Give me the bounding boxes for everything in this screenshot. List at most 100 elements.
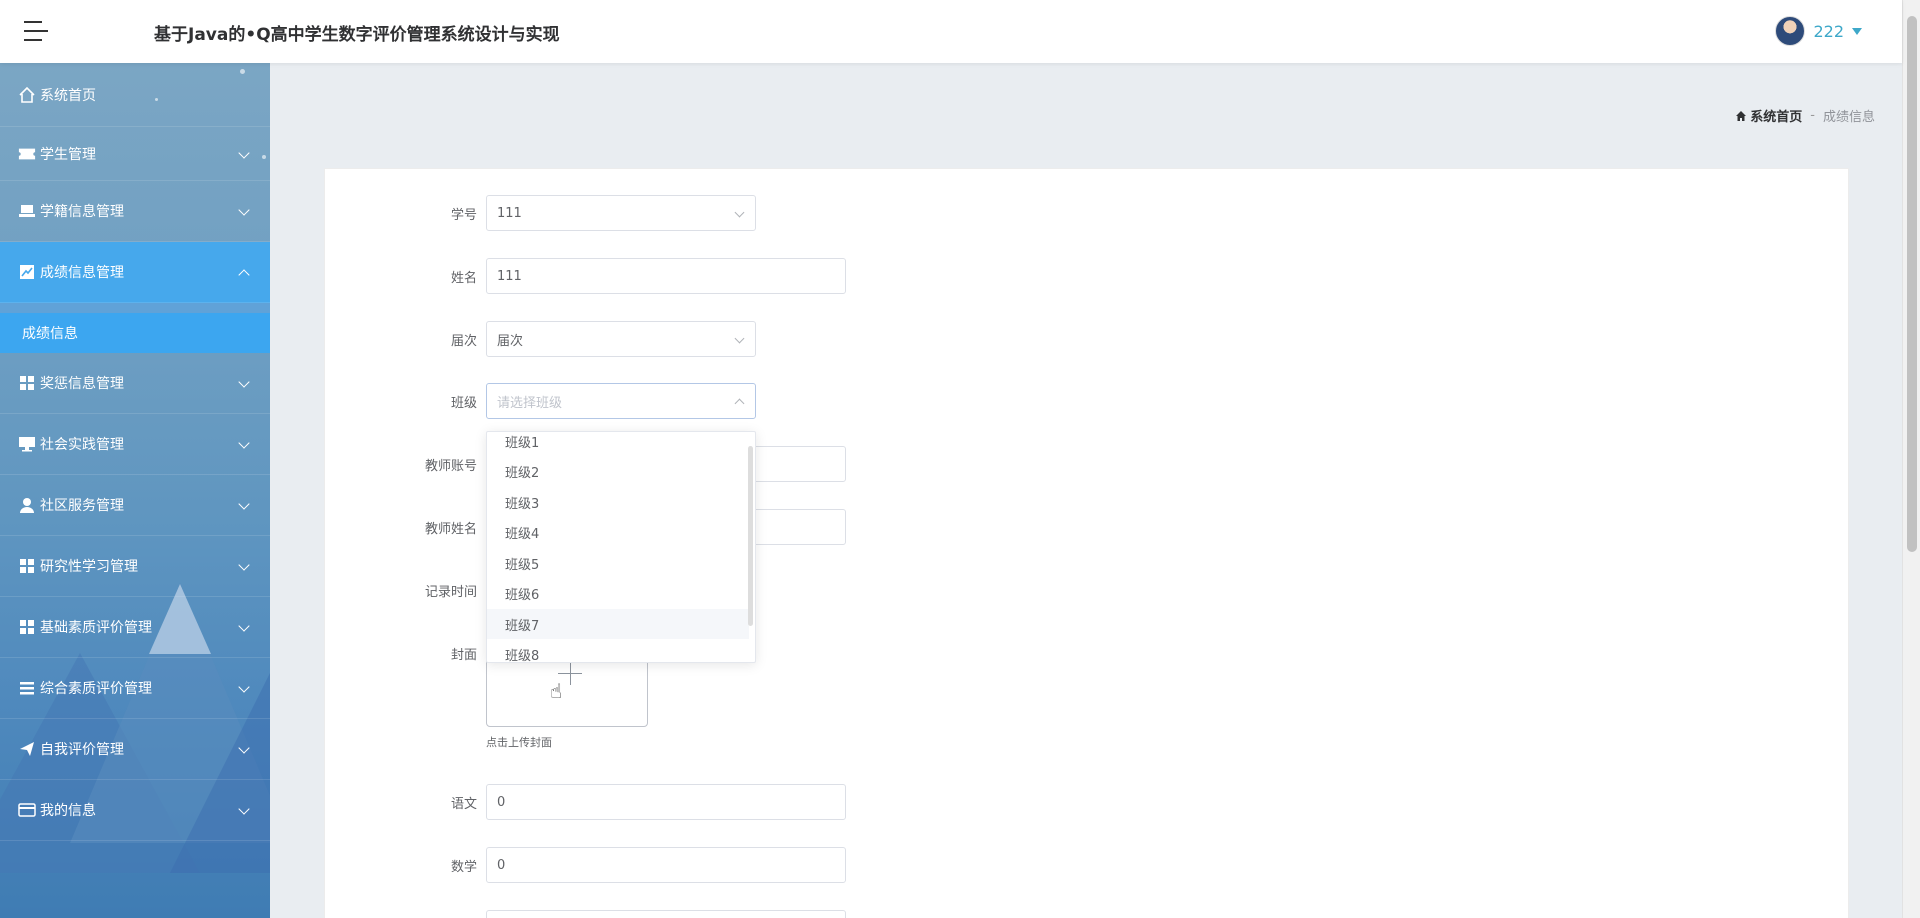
dropdown-option[interactable]: 班级4 — [487, 517, 749, 547]
laptop-icon — [18, 202, 36, 220]
send-icon — [18, 740, 36, 758]
sidebar-item-label: 学生管理 — [40, 146, 96, 163]
sidebar-item-rewards[interactable]: 奖惩信息管理 — [0, 353, 270, 414]
grid-icon — [18, 557, 36, 575]
chevron-down-icon — [238, 376, 250, 388]
sidebar-item-comprehensive-quality[interactable]: 综合素质评价管理 — [0, 658, 270, 719]
avatar[interactable] — [1775, 16, 1806, 46]
sidebar-item-label: 我的信息 — [40, 803, 96, 819]
plus-icon — [570, 661, 571, 685]
cover-upload-button[interactable] — [486, 657, 648, 727]
student-id-value: 111 — [497, 205, 522, 221]
sidebar-item-label: 系统首页 — [40, 87, 96, 104]
home-icon — [1736, 110, 1747, 121]
breadcrumb-home-label[interactable]: 系统首页 — [1750, 106, 1802, 125]
chinese-value: 0 — [497, 794, 506, 810]
sidebar-menu: 系统首页 学生管理 学籍信息管理 成绩信息管理 成绩信息 奖惩信息管理 社会实践… — [0, 63, 270, 841]
next-input[interactable] — [486, 910, 846, 918]
sidebar-item-student[interactable]: 学生管理 — [0, 127, 270, 181]
dropdown-option[interactable]: 班级8 — [487, 639, 749, 663]
chevron-up-icon — [238, 269, 250, 281]
chart-icon — [18, 263, 36, 281]
dropdown-option[interactable]: 班级3 — [487, 487, 749, 517]
grade-select[interactable]: 届次 — [486, 321, 756, 357]
sidebar-item-home[interactable]: 系统首页 — [0, 63, 270, 127]
breadcrumb-home[interactable]: 系统首页 — [1735, 106, 1802, 125]
chevron-down-icon — [238, 559, 250, 571]
dropdown-option-hovered[interactable]: 班级7 — [487, 609, 749, 639]
user-menu[interactable]: 222 — [1775, 16, 1862, 46]
chevron-down-icon — [734, 207, 745, 218]
sidebar-item-label: 基础素质评价管理 — [40, 620, 152, 636]
class-select[interactable]: 请选择班级 — [486, 383, 756, 419]
sidebar-item-research-learning[interactable]: 研究性学习管理 — [0, 536, 270, 597]
chevron-down-icon — [734, 333, 745, 344]
card-icon — [18, 801, 36, 819]
chevron-down-icon — [238, 620, 250, 632]
teacher-name-label: 教师姓名 — [424, 522, 477, 537]
page-scrollbar-thumb[interactable] — [1907, 16, 1917, 552]
sidebar-item-label: 社会实践管理 — [40, 437, 124, 453]
chevron-down-icon — [238, 681, 250, 693]
page-scrollbar[interactable] — [1902, 0, 1920, 918]
sidebar-item-social-practice[interactable]: 社会实践管理 — [0, 414, 270, 475]
dropdown-option[interactable]: 班级5 — [487, 548, 749, 578]
home-icon — [18, 86, 36, 104]
sidebar-item-label: 社区服务管理 — [40, 498, 124, 514]
chevron-down-icon — [238, 146, 250, 159]
breadcrumb-separator: - — [1810, 108, 1815, 123]
sidebar: 系统首页 学生管理 学籍信息管理 成绩信息管理 成绩信息 奖惩信息管理 社会实践… — [0, 63, 270, 918]
chinese-input[interactable]: 0 — [486, 784, 846, 820]
grade-value: 届次 — [497, 333, 524, 349]
class-dropdown: 班级1 班级2 班级3 班级4 班级5 班级6 班级7 班级8 — [486, 431, 756, 663]
sidebar-item-my-info[interactable]: 我的信息 — [0, 780, 270, 841]
teacher-account-label: 教师账号 — [424, 459, 477, 474]
sidebar-item-label: 自我评价管理 — [40, 742, 124, 758]
grade-label: 届次 — [450, 334, 477, 349]
math-value: 0 — [497, 857, 506, 873]
menu-toggle-icon[interactable] — [24, 19, 52, 43]
breadcrumb-current: 成绩信息 — [1822, 110, 1875, 125]
chevron-down-icon — [238, 437, 250, 449]
app-title: 基于Java的•Q高中学生数字评价管理系统设计与实现 — [154, 25, 560, 45]
dropdown-option[interactable]: 班级1 — [487, 432, 749, 456]
hand-cursor-icon: ☝ — [550, 679, 563, 703]
chevron-down-icon — [238, 498, 250, 510]
sidebar-item-label: 成绩信息管理 — [40, 265, 124, 281]
monitor-icon — [18, 435, 36, 453]
dropdown-option[interactable]: 班级6 — [487, 578, 749, 608]
math-input[interactable]: 0 — [486, 847, 846, 883]
student-id-select[interactable]: 111 — [486, 195, 756, 231]
name-input[interactable]: 111 — [486, 258, 846, 294]
student-id-label: 学号 — [450, 208, 477, 223]
sidebar-item-enrollment[interactable]: 学籍信息管理 — [0, 181, 270, 242]
caret-down-icon[interactable] — [1852, 27, 1862, 35]
sidebar-subitem-scores-info[interactable]: 成绩信息 — [0, 303, 270, 353]
dropdown-option[interactable]: 班级2 — [487, 456, 749, 486]
chevron-down-icon — [238, 204, 250, 216]
chevron-down-icon — [238, 803, 250, 815]
top-header: 基于Java的•Q高中学生数字评价管理系统设计与实现 222 — [0, 0, 1902, 63]
sidebar-item-basic-quality[interactable]: 基础素质评价管理 — [0, 597, 270, 658]
list-icon — [18, 679, 36, 697]
math-label: 数学 — [450, 860, 477, 875]
sidebar-item-label: 学籍信息管理 — [40, 204, 124, 220]
chevron-down-icon — [238, 742, 250, 754]
username[interactable]: 222 — [1813, 22, 1844, 41]
sidebar-item-label: 综合素质评价管理 — [40, 681, 152, 697]
sidebar-item-community-service[interactable]: 社区服务管理 — [0, 475, 270, 536]
record-time-label: 记录时间 — [424, 585, 477, 600]
sidebar-item-self-evaluation[interactable]: 自我评价管理 — [0, 719, 270, 780]
breadcrumb: 系统首页 - 成绩信息 — [1735, 106, 1875, 125]
cover-label: 封面 — [450, 648, 477, 663]
ticket-icon — [18, 145, 36, 163]
sidebar-item-label: 奖惩信息管理 — [40, 376, 124, 392]
user-icon — [18, 496, 36, 514]
sidebar-item-label: 研究性学习管理 — [40, 559, 138, 575]
class-label: 班级 — [450, 396, 477, 411]
cover-upload-tip: 点击上传封面 — [486, 736, 552, 749]
chevron-up-icon — [734, 398, 745, 409]
sidebar-item-scores[interactable]: 成绩信息管理 — [0, 242, 270, 303]
name-value: 111 — [497, 268, 522, 284]
dropdown-scrollbar[interactable] — [748, 446, 753, 626]
